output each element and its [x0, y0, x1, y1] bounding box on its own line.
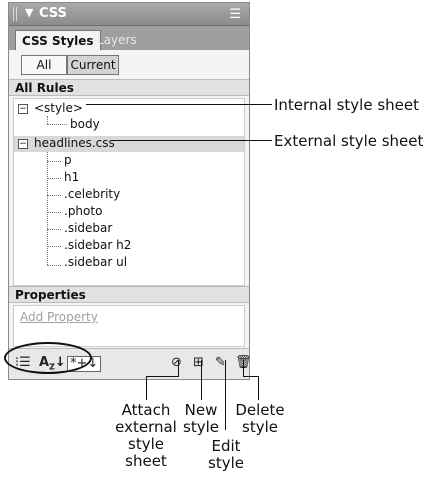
delete-callout-line — [258, 376, 259, 400]
tree-connector — [47, 178, 61, 179]
panel-title: CSS — [39, 6, 67, 21]
collapse-arrow-icon[interactable]: ▼ — [25, 6, 33, 19]
attach-callout-line — [146, 376, 179, 377]
attach-external-style-sheet-label: Attach external style sheet — [115, 401, 177, 470]
tree-connector — [47, 195, 61, 196]
panel-titlebar[interactable]: ▼ CSS ☰ — [9, 3, 249, 26]
rule-body[interactable]: body — [70, 117, 100, 132]
tree-connector — [47, 124, 67, 125]
attach-callout-line — [146, 376, 147, 400]
tree-connector — [47, 265, 61, 266]
rule-p[interactable]: p — [64, 153, 72, 168]
new-callout-line — [201, 360, 202, 400]
add-property-link[interactable]: Add Property — [20, 310, 98, 324]
rule-style-block[interactable]: <style> — [34, 101, 83, 116]
attach-style-sheet-icon[interactable]: ⊘ — [171, 356, 182, 370]
rule-sidebar-h2[interactable]: .sidebar h2 — [64, 238, 131, 253]
internal-callout-line — [86, 104, 272, 105]
tab-strip: CSS Styles Layers — [9, 26, 249, 50]
options-menu-icon[interactable]: ☰ — [229, 7, 241, 22]
tree-connector — [47, 152, 48, 265]
css-panel: ▼ CSS ☰ CSS Styles Layers All Current Al… — [8, 2, 252, 380]
rule-celebrity[interactable]: .celebrity — [64, 187, 120, 202]
properties-list: Add Property — [13, 305, 245, 347]
rule-headlines-css[interactable]: headlines.css — [34, 136, 115, 151]
highlight-ellipse — [4, 342, 92, 374]
external-callout-line — [112, 140, 272, 141]
all-rules-header: All Rules — [9, 79, 249, 96]
new-style-label: New style — [183, 401, 219, 436]
collapse-headlines-icon[interactable]: − — [18, 139, 28, 149]
tree-connector — [47, 229, 61, 230]
collapse-style-icon[interactable]: − — [18, 104, 28, 114]
tree-connector — [47, 212, 61, 213]
rule-photo[interactable]: .photo — [64, 204, 102, 219]
tree-connector — [47, 246, 61, 247]
tree-connector — [47, 161, 61, 162]
tree-connector — [47, 116, 48, 124]
tab-layers[interactable]: Layers — [91, 30, 143, 50]
delete-style-label: Delete style — [235, 401, 285, 436]
external-style-sheet-label: External style sheet — [274, 132, 424, 150]
rule-sidebar-ul[interactable]: .sidebar ul — [64, 255, 127, 270]
rules-tree: − <style> body − headlines.css p h1 .cel… — [13, 98, 245, 286]
current-button[interactable]: Current — [67, 55, 119, 75]
rule-sidebar[interactable]: .sidebar — [64, 221, 112, 236]
grip-handle[interactable] — [13, 7, 19, 21]
edit-style-label: Edit style — [208, 437, 244, 472]
new-style-icon[interactable]: ⊞ — [193, 356, 204, 370]
edit-callout-line — [225, 360, 226, 430]
attach-callout-line — [178, 360, 179, 376]
rule-h1[interactable]: h1 — [64, 170, 79, 185]
tab-css-styles[interactable]: CSS Styles — [15, 30, 101, 50]
delete-callout-line — [243, 360, 244, 376]
properties-header: Properties — [9, 286, 249, 303]
delete-callout-line — [243, 376, 259, 377]
all-button[interactable]: All — [21, 55, 67, 75]
internal-style-sheet-label: Internal style sheet — [274, 96, 419, 114]
